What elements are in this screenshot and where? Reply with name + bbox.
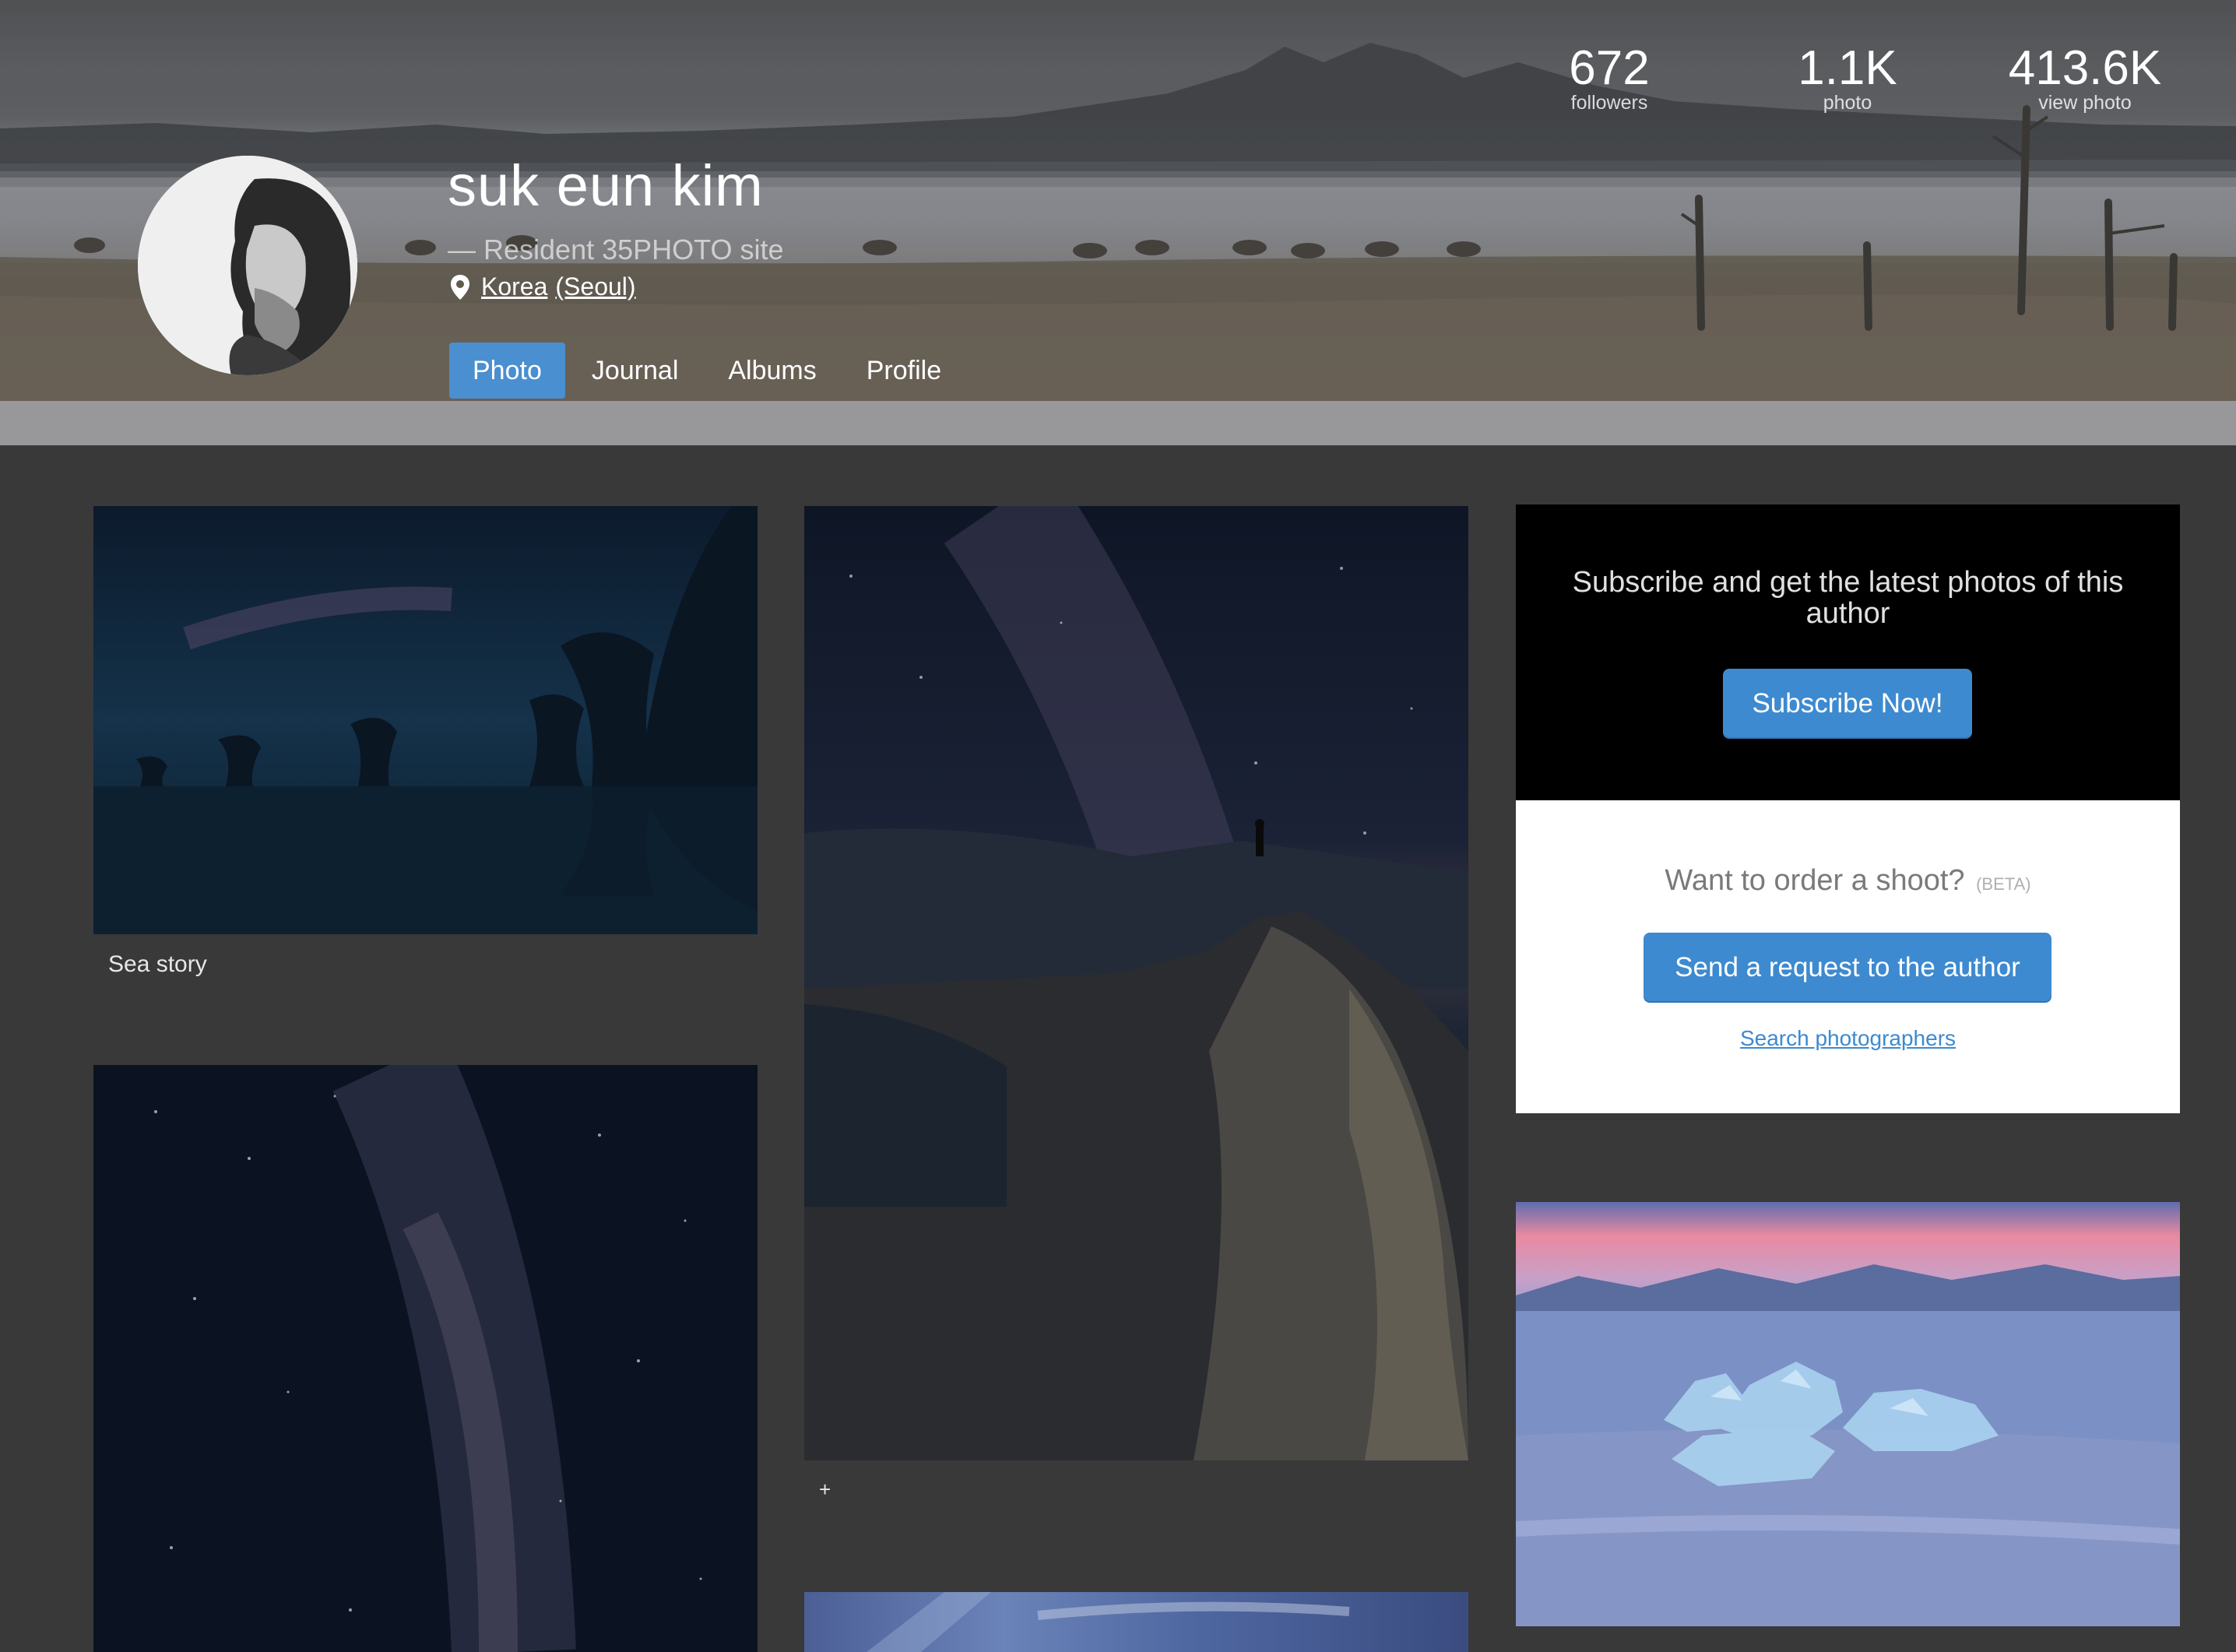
search-photographers-link[interactable]: Search photographers bbox=[1516, 1026, 2180, 1051]
stat-followers-label: followers bbox=[1570, 92, 1648, 114]
profile-header: suk eun kim — Resident 35PHOTO site Kore… bbox=[0, 0, 2236, 445]
photo-sea-story-caption[interactable]: Sea story bbox=[108, 951, 207, 978]
subscribe-panel: Subscribe and get the latest photos of t… bbox=[1516, 504, 2180, 800]
photo-sea-story[interactable] bbox=[93, 506, 758, 934]
avatar[interactable] bbox=[138, 156, 357, 375]
location-city-link[interactable]: (Seoul) bbox=[555, 272, 635, 301]
stat-views[interactable]: 413.6K view photo bbox=[1984, 44, 2186, 114]
location: Korea (Seoul) bbox=[450, 272, 636, 301]
location-country-link[interactable]: Korea bbox=[481, 272, 547, 301]
stat-photos-value: 1.1K bbox=[1798, 41, 1897, 95]
send-request-button[interactable]: Send a request to the author bbox=[1644, 933, 2051, 1003]
tab-albums[interactable]: Albums bbox=[705, 343, 839, 399]
stat-followers-value: 672 bbox=[1569, 41, 1650, 95]
stat-followers[interactable]: 672 followers bbox=[1508, 44, 1710, 114]
profile-name: suk eun kim bbox=[448, 153, 764, 218]
subscribe-text: Subscribe and get the latest photos of t… bbox=[1572, 566, 2124, 630]
tab-photo[interactable]: Photo bbox=[449, 343, 565, 399]
order-shoot-panel: Want to order a shoot? (BETA) Send a req… bbox=[1516, 800, 2180, 1113]
photo-sunrise-sky[interactable] bbox=[804, 1592, 1468, 1652]
stat-photos[interactable]: 1.1K photo bbox=[1746, 44, 1949, 114]
order-question-text: Want to order a shoot? bbox=[1665, 864, 1965, 897]
tab-profile[interactable]: Profile bbox=[843, 343, 965, 399]
map-pin-icon bbox=[450, 274, 470, 301]
photo-mountain-night[interactable] bbox=[804, 506, 1468, 1460]
photo-milky-way[interactable] bbox=[93, 1065, 758, 1652]
stat-views-label: view photo bbox=[2038, 92, 2132, 114]
photo-mountain-night-caption[interactable]: + bbox=[819, 1478, 831, 1502]
stat-photos-label: photo bbox=[1823, 92, 1872, 114]
profile-nav-tabs: Photo Journal Albums Profile bbox=[449, 343, 968, 399]
tab-journal[interactable]: Journal bbox=[568, 343, 702, 399]
profile-tagline: — Resident 35PHOTO site bbox=[448, 234, 784, 265]
beta-badge: (BETA) bbox=[1976, 874, 2031, 894]
photo-ice-beach[interactable] bbox=[1516, 1202, 2180, 1626]
stat-views-value: 413.6K bbox=[2008, 41, 2162, 95]
order-question: Want to order a shoot? (BETA) bbox=[1516, 864, 2180, 898]
subscribe-button[interactable]: Subscribe Now! bbox=[1723, 669, 1972, 739]
